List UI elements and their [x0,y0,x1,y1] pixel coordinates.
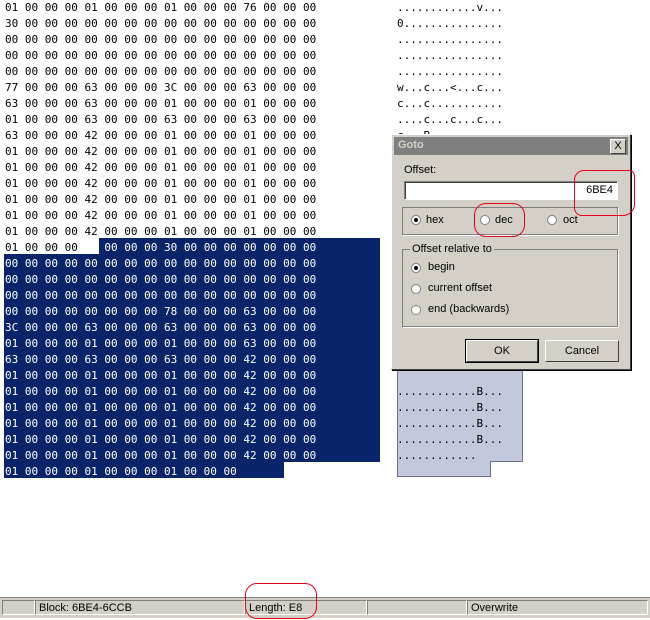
radio-hex[interactable] [411,215,421,225]
hex-row[interactable]: 77 00 00 00 63 00 00 00 3C 00 00 00 63 0… [5,80,316,96]
hex-row[interactable]: 00 00 00 00 00 00 00 00 00 00 00 00 00 0… [5,256,316,272]
hex-row[interactable]: 01 00 00 00 42 00 00 00 01 00 00 00 01 0… [5,144,316,160]
hex-row[interactable]: 01 00 00 00 01 00 00 00 01 00 00 00 76 0… [5,0,316,16]
hex-row[interactable]: 00 00 00 00 00 00 00 00 00 00 00 00 00 0… [5,272,316,288]
ascii-row[interactable]: ................ [397,48,503,64]
hex-row[interactable]: 01 00 00 00 01 00 00 00 01 00 00 00 42 0… [5,400,316,416]
hex-row[interactable]: 00 00 00 00 00 00 00 00 00 00 00 00 00 0… [5,64,316,80]
hex-row[interactable]: 01 00 00 00 42 00 00 00 01 00 00 00 01 0… [5,192,316,208]
dialog-title: Goto [398,139,424,151]
ascii-row[interactable]: 0............... [397,16,503,32]
cancel-button[interactable]: Cancel [545,340,619,362]
hex-row[interactable]: 63 00 00 00 63 00 00 00 01 00 00 00 01 0… [5,96,316,112]
annotation-offset-circle [574,170,635,216]
radio-end[interactable] [411,305,421,315]
hex-row[interactable]: 01 00 00 00 01 00 00 00 01 00 00 00 63 0… [5,336,316,352]
radio-current-offset-label[interactable]: current offset [428,282,492,294]
hex-row[interactable]: 3C 00 00 00 63 00 00 00 63 00 00 00 63 0… [5,320,316,336]
relative-group-label: Offset relative to [410,243,494,255]
hex-row[interactable]: 01 00 00 00 01 00 00 00 01 00 00 00 42 0… [5,432,316,448]
hex-row[interactable]: 01 00 00 00 01 00 00 00 01 00 00 00 42 0… [5,448,316,464]
offset-label: Offset: [404,164,437,176]
hex-row[interactable]: 01 00 00 00 42 00 00 00 01 00 00 00 01 0… [5,176,316,192]
hex-row[interactable]: 00 00 00 00 00 00 00 00 00 00 00 00 00 0… [5,288,316,304]
status-pane-empty [2,600,35,615]
status-mode: Overwrite [467,600,648,615]
status-block: Block: 6BE4-6CCB [35,600,245,615]
ascii-row[interactable]: ............B... [397,416,503,432]
dialog-titlebar[interactable]: Goto X [394,137,628,155]
ascii-row[interactable]: ............B... [397,432,503,448]
hex-row[interactable]: 01 00 00 00 01 00 00 00 01 00 00 00 42 0… [5,384,316,400]
ascii-row[interactable]: c...c........... [397,96,503,112]
ascii-row[interactable]: ............ [397,448,476,464]
radio-oct-label[interactable]: oct [563,214,578,226]
ascii-row[interactable]: ............v... [397,0,503,16]
status-pane-empty [367,600,467,615]
ascii-row[interactable]: ................ [397,64,503,80]
annotation-length-circle [245,583,317,619]
radio-begin[interactable] [411,263,421,273]
hex-row[interactable]: 01 00 00 00 01 00 00 00 01 00 00 00 42 0… [5,368,316,384]
ok-button[interactable]: OK [465,339,539,363]
close-icon: X [614,140,622,152]
hex-row[interactable]: 00 00 00 00 00 00 00 00 00 00 00 00 00 0… [5,48,316,64]
hex-row[interactable]: 01 00 00 00 77 00 00 00 30 00 00 00 00 0… [5,240,316,256]
hex-row[interactable]: 63 00 00 00 42 00 00 00 01 00 00 00 01 0… [5,128,316,144]
ascii-row[interactable]: ....c...c...c... [397,112,503,128]
hex-row[interactable]: 01 00 00 00 42 00 00 00 01 00 00 00 01 0… [5,160,316,176]
hex-row[interactable]: 00 00 00 00 00 00 00 00 00 00 00 00 00 0… [5,32,316,48]
radio-hex-label[interactable]: hex [426,214,444,226]
radio-begin-label[interactable]: begin [428,261,455,273]
close-button[interactable]: X [610,139,626,154]
hex-row[interactable]: 01 00 00 00 01 00 00 00 01 00 00 00 [5,464,237,480]
ascii-row[interactable]: w...c...<...c... [397,80,503,96]
annotation-dec-circle [474,203,525,237]
radio-end-label[interactable]: end (backwards) [428,303,509,315]
hex-row[interactable]: 01 00 00 00 01 00 00 00 01 00 00 00 42 0… [5,416,316,432]
hex-row[interactable]: 00 00 00 00 00 00 00 00 78 00 00 00 63 0… [5,304,316,320]
radio-oct[interactable] [547,215,557,225]
hex-row[interactable]: 63 00 00 00 63 00 00 00 63 00 00 00 42 0… [5,352,316,368]
hex-row[interactable]: 01 00 00 00 63 00 00 00 63 00 00 00 63 0… [5,112,316,128]
ascii-row[interactable]: ............B... [397,384,503,400]
hex-row[interactable]: 30 00 00 00 00 00 00 00 00 00 00 00 00 0… [5,16,316,32]
ascii-row[interactable]: ................ [397,32,503,48]
status-bar: Block: 6BE4-6CCB Length: E8 Overwrite [0,597,650,618]
radio-current-offset[interactable] [411,284,421,294]
hex-row[interactable]: 01 00 00 00 42 00 00 00 01 00 00 00 01 0… [5,208,316,224]
ascii-row[interactable]: ............B... [397,400,503,416]
hex-row[interactable]: 01 00 00 00 42 00 00 00 01 00 00 00 01 0… [5,224,316,240]
